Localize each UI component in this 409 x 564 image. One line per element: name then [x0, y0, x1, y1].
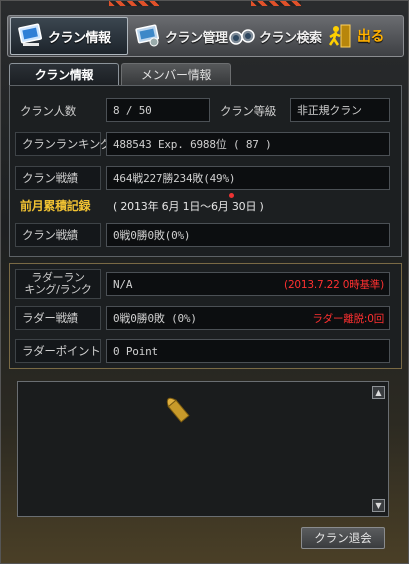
ladder-ranking-label-line2: キング/ランク — [24, 283, 92, 296]
ladder-ranking-value: N/A — [113, 277, 133, 291]
ladder-ranking-note: (2013.7.22 0時基準) — [284, 278, 384, 291]
members-value: 8 / 50 — [106, 98, 210, 122]
last-month-title: 前月累積記録 — [20, 199, 91, 213]
monitor-icon — [18, 23, 43, 46]
nav-exit-button[interactable]: 出る — [320, 16, 400, 56]
ranking-value: 488543 Exp. 6988位 ( 87 ) — [106, 132, 390, 156]
nav-clan-manage-label: クラン管理 — [165, 30, 228, 46]
nav-clan-info-button[interactable]: クラン情報 — [10, 17, 128, 55]
clan-info-panel: クラン人数 8 / 50 クラン等級 非正規クラン クランランキング 48854… — [9, 85, 402, 257]
exit-figure-icon — [328, 24, 351, 48]
tab-member-info-label: メンバー情報 — [140, 68, 212, 82]
ladder-leave-note: ラダー離脱:0回 — [312, 312, 384, 325]
ladder-record-value: 0戦0勝0敗 (0%) — [113, 312, 197, 325]
clan-record-value: 464戦227勝234敗(49%) — [106, 166, 390, 190]
last-month-record-value: 0戦0勝0敗(0%) — [106, 223, 390, 247]
ladder-points-label: ラダーポイント — [15, 339, 101, 363]
top-nav: クラン情報 クラン管理 クラン検索 出る — [7, 15, 404, 57]
clan-record-label: クラン戦績 — [15, 166, 101, 190]
tab-clan-info-label: クラン情報 — [34, 68, 94, 82]
rank-value: 非正規クラン — [290, 98, 390, 122]
ladder-points-value: 0 Point — [106, 339, 390, 363]
clan-withdraw-button[interactable]: クラン退会 — [301, 527, 385, 549]
nav-exit-label: 出る — [357, 29, 385, 45]
clan-intro-box[interactable]: ▲ ▼ — [17, 381, 389, 517]
ranking-label: クランランキング — [15, 132, 112, 156]
ladder-record-field: 0戦0勝0敗 (0%) ラダー離脱:0回 — [106, 306, 390, 330]
monitor-settings-icon — [135, 24, 160, 47]
scroll-down-button[interactable]: ▼ — [372, 499, 385, 512]
bullet-icon — [166, 397, 190, 423]
nav-clan-search-label: クラン検索 — [259, 30, 322, 46]
ladder-panel: ラダーラン キング/ランク N/A (2013.7.22 0時基準) ラダー戦績… — [9, 263, 402, 369]
last-month-record-label: クラン戦績 — [15, 223, 101, 247]
nav-clan-info-label: クラン情報 — [48, 30, 111, 46]
members-label: クラン人数 — [20, 104, 76, 118]
binoculars-icon — [229, 29, 255, 45]
nav-clan-manage-button[interactable]: クラン管理 — [128, 16, 228, 56]
hazard-stripe-right — [251, 1, 301, 6]
ladder-ranking-label: ラダーラン キング/ランク — [15, 269, 101, 299]
clan-window: クラン情報 クラン管理 クラン検索 出る クラン情報 メンバー情報 クラン人数 … — [0, 0, 409, 564]
tab-clan-info[interactable]: クラン情報 — [9, 63, 119, 85]
rank-label: クラン等級 — [220, 104, 276, 118]
hazard-stripe-left — [109, 1, 159, 6]
ladder-record-label: ラダー戦績 — [15, 306, 101, 330]
tab-member-info[interactable]: メンバー情報 — [121, 63, 231, 85]
nav-clan-search-button[interactable]: クラン検索 — [222, 16, 322, 56]
alert-dot — [229, 193, 234, 198]
ladder-ranking-field: N/A (2013.7.22 0時基準) — [106, 272, 390, 296]
scroll-up-button[interactable]: ▲ — [372, 386, 385, 399]
last-month-range: ( 2013年 6月 1日～6月 30日 ) — [113, 200, 264, 213]
